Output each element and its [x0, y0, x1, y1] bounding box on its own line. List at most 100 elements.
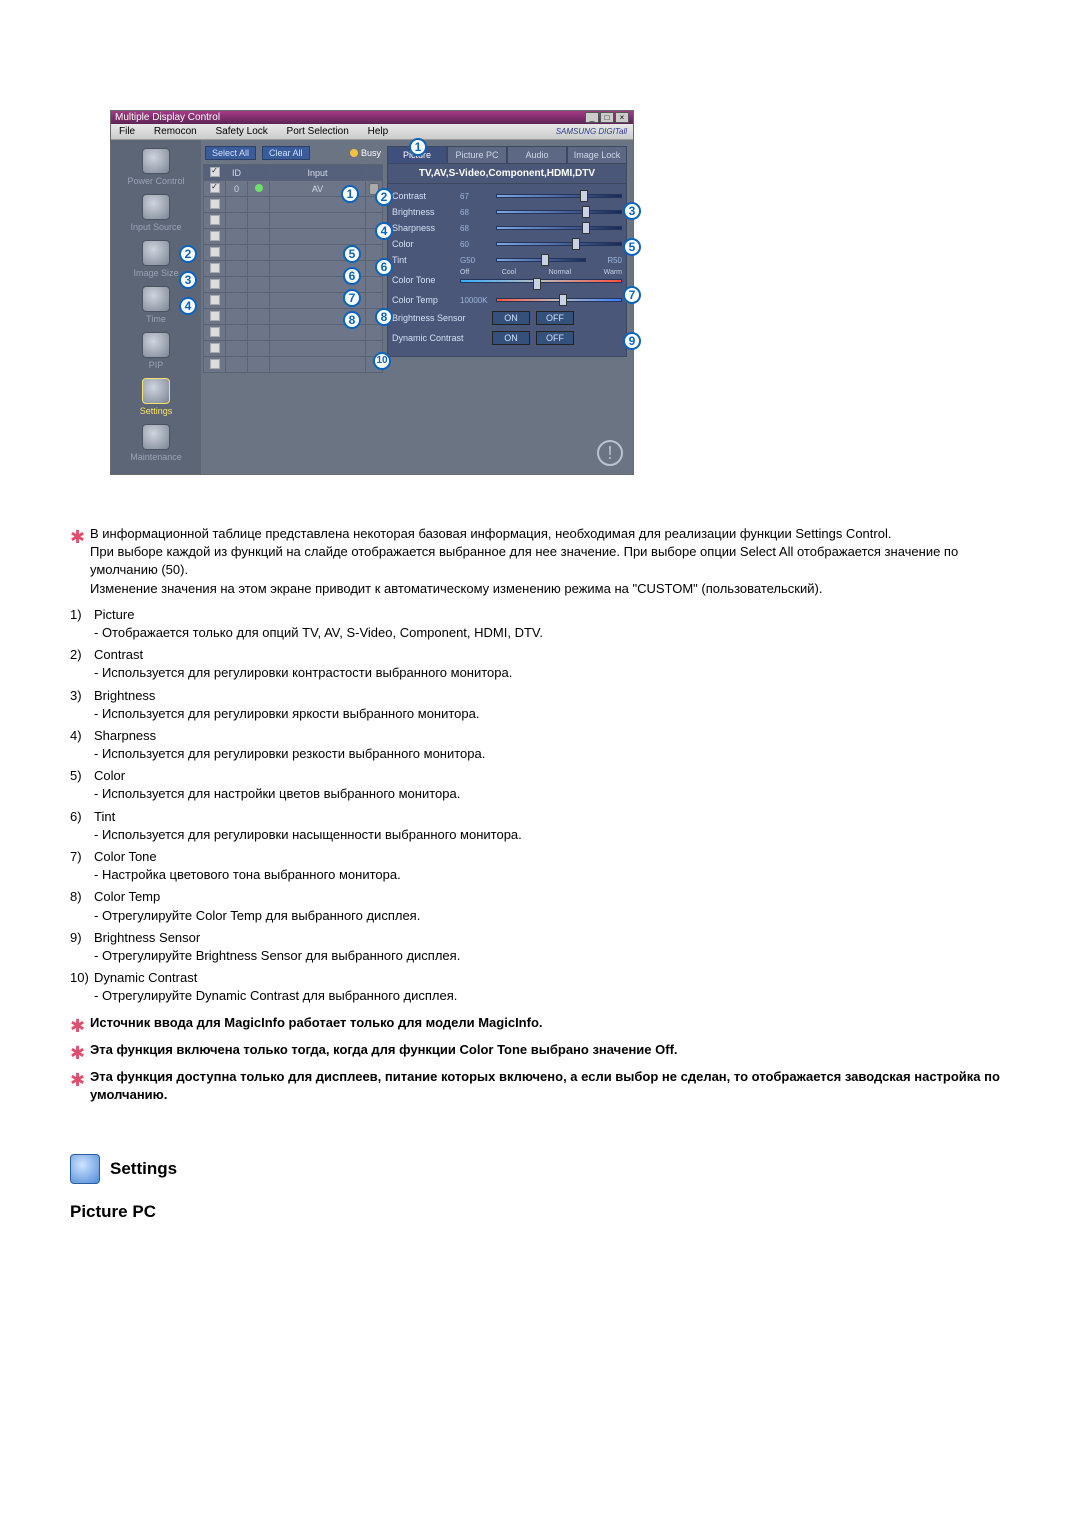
- row-checkbox[interactable]: [210, 359, 220, 369]
- callout-2r: 2: [375, 188, 393, 206]
- color-slider[interactable]: [496, 239, 622, 249]
- contrast-slider[interactable]: [496, 191, 622, 201]
- app-window: Multiple Display Control _ □ × File Remo…: [110, 110, 634, 475]
- sidebar-item-maintenance[interactable]: Maintenance: [111, 422, 201, 468]
- table-row[interactable]: [204, 341, 383, 357]
- callout-7r: 7: [623, 286, 641, 304]
- row-checkbox[interactable]: [210, 199, 220, 209]
- star-icon: ✱: [70, 1068, 84, 1104]
- mode-label: TV,AV,S-Video,Component,HDMI,DTV: [387, 164, 627, 184]
- row-color-tone: Color Tone Off Cool Normal Warm: [392, 268, 622, 292]
- minimize-icon[interactable]: _: [585, 112, 599, 123]
- sidebar-item-input[interactable]: Input Source: [111, 192, 201, 238]
- star-icon: ✱: [70, 1014, 84, 1039]
- input-icon: [142, 194, 170, 220]
- callout-9r: 9: [623, 332, 641, 350]
- row-brightness: Brightness 68: [392, 204, 622, 220]
- callout-7m: 7: [343, 289, 361, 307]
- settings-icon: [142, 378, 170, 404]
- notes: ✱Источник ввода для MagicInfo работает т…: [70, 1014, 1010, 1105]
- busy-icon: [350, 149, 358, 157]
- intro-text: В информационной таблице представлена не…: [90, 525, 1010, 598]
- tint-slider[interactable]: [496, 255, 586, 265]
- tab-picture-pc[interactable]: Picture PC: [447, 146, 507, 163]
- callout-4r: 4: [375, 222, 393, 240]
- menu-help[interactable]: Help: [360, 124, 397, 139]
- table-row[interactable]: [204, 357, 383, 373]
- row-checkbox[interactable]: [210, 327, 220, 337]
- row-checkbox[interactable]: [210, 295, 220, 305]
- status-header: [248, 165, 270, 181]
- bsensor-on-button[interactable]: ON: [492, 311, 530, 325]
- section-title: Settings: [110, 1159, 177, 1179]
- table-header: ID Input: [204, 165, 383, 181]
- callout-10r: 10: [373, 352, 391, 370]
- row-checkbox[interactable]: [210, 311, 220, 321]
- row-color: Color 60: [392, 236, 622, 252]
- row-checkbox[interactable]: [210, 279, 220, 289]
- color-tone-slider[interactable]: [460, 279, 622, 289]
- sidebar-item-power[interactable]: Power Control: [111, 146, 201, 192]
- row-checkbox[interactable]: [210, 343, 220, 353]
- row-sharpness: Sharpness 68: [392, 220, 622, 236]
- table-row[interactable]: [204, 213, 383, 229]
- sharpness-slider[interactable]: [496, 223, 622, 233]
- table-row[interactable]: [204, 229, 383, 245]
- callout-1: 1: [409, 138, 427, 156]
- title-bar: Multiple Display Control _ □ ×: [111, 111, 633, 124]
- callout-5r: 5: [623, 238, 641, 256]
- menu-file[interactable]: File: [111, 124, 143, 139]
- row-checkbox[interactable]: [210, 263, 220, 273]
- window-buttons: _ □ ×: [585, 112, 629, 123]
- description: ✱ В информационной таблице представлена …: [70, 525, 1010, 1104]
- callout-4s: 4: [179, 297, 197, 315]
- row-checkbox[interactable]: [210, 247, 220, 257]
- callout-6m: 6: [343, 267, 361, 285]
- header-checkbox[interactable]: [210, 167, 220, 177]
- callout-3r: 3: [623, 202, 641, 220]
- busy-indicator: Busy: [350, 148, 381, 158]
- image-size-icon: [142, 240, 170, 266]
- callout-6r: 6: [375, 258, 393, 276]
- callout-3s: 3: [179, 271, 197, 289]
- row-checkbox[interactable]: [210, 183, 220, 193]
- callout-8r: 8: [375, 308, 393, 326]
- menu-remocon[interactable]: Remocon: [146, 124, 205, 139]
- tab-image-lock[interactable]: Image Lock: [567, 146, 627, 163]
- dcontrast-on-button[interactable]: ON: [492, 331, 530, 345]
- star-icon: ✱: [70, 1041, 84, 1066]
- brand-label: SAMSUNG DIGITall: [556, 127, 633, 136]
- callout-8m: 8: [343, 311, 361, 329]
- color-temp-slider[interactable]: [496, 295, 622, 305]
- bsensor-off-button[interactable]: OFF: [536, 311, 574, 325]
- select-all-button[interactable]: Select All: [205, 146, 256, 160]
- menu-port-selection[interactable]: Port Selection: [279, 124, 357, 139]
- close-icon[interactable]: ×: [615, 112, 629, 123]
- row-checkbox[interactable]: [210, 215, 220, 225]
- sidebar-item-pip[interactable]: PIP: [111, 330, 201, 376]
- sidebar-item-settings[interactable]: Settings: [111, 376, 201, 422]
- maintenance-icon: [142, 424, 170, 450]
- warning-icon: !: [597, 440, 623, 466]
- power-icon: [142, 148, 170, 174]
- row-color-temp: Color Temp 10000K: [392, 292, 622, 308]
- star-icon: ✱: [70, 525, 84, 598]
- callout-1m: 1: [341, 185, 359, 203]
- tab-audio[interactable]: Audio: [507, 146, 567, 163]
- dcontrast-off-button[interactable]: OFF: [536, 331, 574, 345]
- settings-panel: Picture Picture PC Audio Image Lock TV,A…: [385, 140, 633, 474]
- row-tint: Tint G50 R50: [392, 252, 622, 268]
- subsection-title: Picture PC: [70, 1202, 1010, 1222]
- time-icon: [142, 286, 170, 312]
- status-led-icon: [255, 184, 263, 192]
- menu-bar: File Remocon Safety Lock Port Selection …: [111, 124, 633, 140]
- row-checkbox[interactable]: [210, 231, 220, 241]
- row-contrast: Contrast 67: [392, 188, 622, 204]
- clear-all-button[interactable]: Clear All: [262, 146, 310, 160]
- maximize-icon[interactable]: □: [600, 112, 614, 123]
- row-brightness-sensor: Brightness Sensor ON OFF: [392, 308, 622, 328]
- brightness-slider[interactable]: [496, 207, 622, 217]
- pip-icon: [142, 332, 170, 358]
- section-heading: Settings: [70, 1154, 1010, 1184]
- menu-safety-lock[interactable]: Safety Lock: [208, 124, 276, 139]
